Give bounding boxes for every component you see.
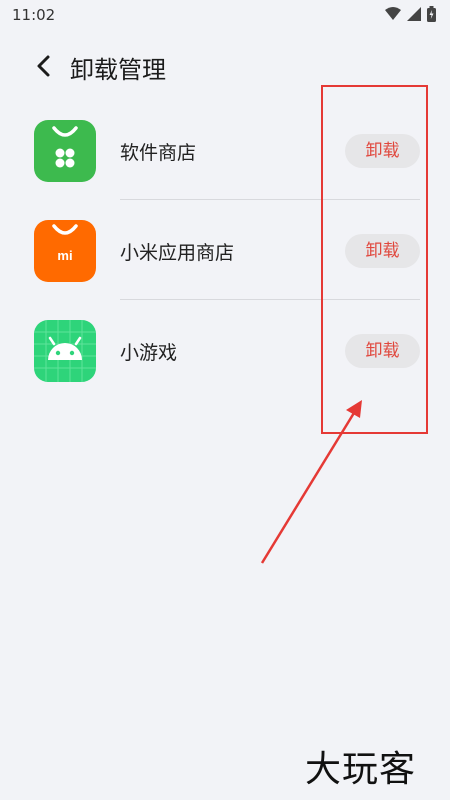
app-name: 小游戏 bbox=[120, 342, 178, 364]
battery-icon bbox=[427, 6, 436, 22]
mi-app-store-icon: mi bbox=[34, 220, 96, 282]
app-name: 小米应用商店 bbox=[120, 242, 235, 264]
svg-text:mi: mi bbox=[57, 248, 72, 263]
signal-icon bbox=[407, 7, 421, 21]
status-bar: 11:02 bbox=[0, 0, 450, 32]
chevron-left-icon bbox=[37, 55, 50, 77]
header: 卸载管理 bbox=[0, 44, 450, 88]
highlight-box bbox=[321, 85, 428, 434]
page-title: 卸载管理 bbox=[70, 56, 166, 84]
back-button[interactable] bbox=[30, 50, 58, 82]
status-icons bbox=[385, 6, 436, 22]
watermark: 大玩客 bbox=[305, 749, 417, 790]
status-time: 11:02 bbox=[12, 6, 56, 24]
android-icon bbox=[34, 320, 96, 382]
software-store-icon bbox=[34, 120, 96, 182]
wifi-icon bbox=[385, 7, 401, 20]
app-name: 软件商店 bbox=[120, 142, 197, 164]
